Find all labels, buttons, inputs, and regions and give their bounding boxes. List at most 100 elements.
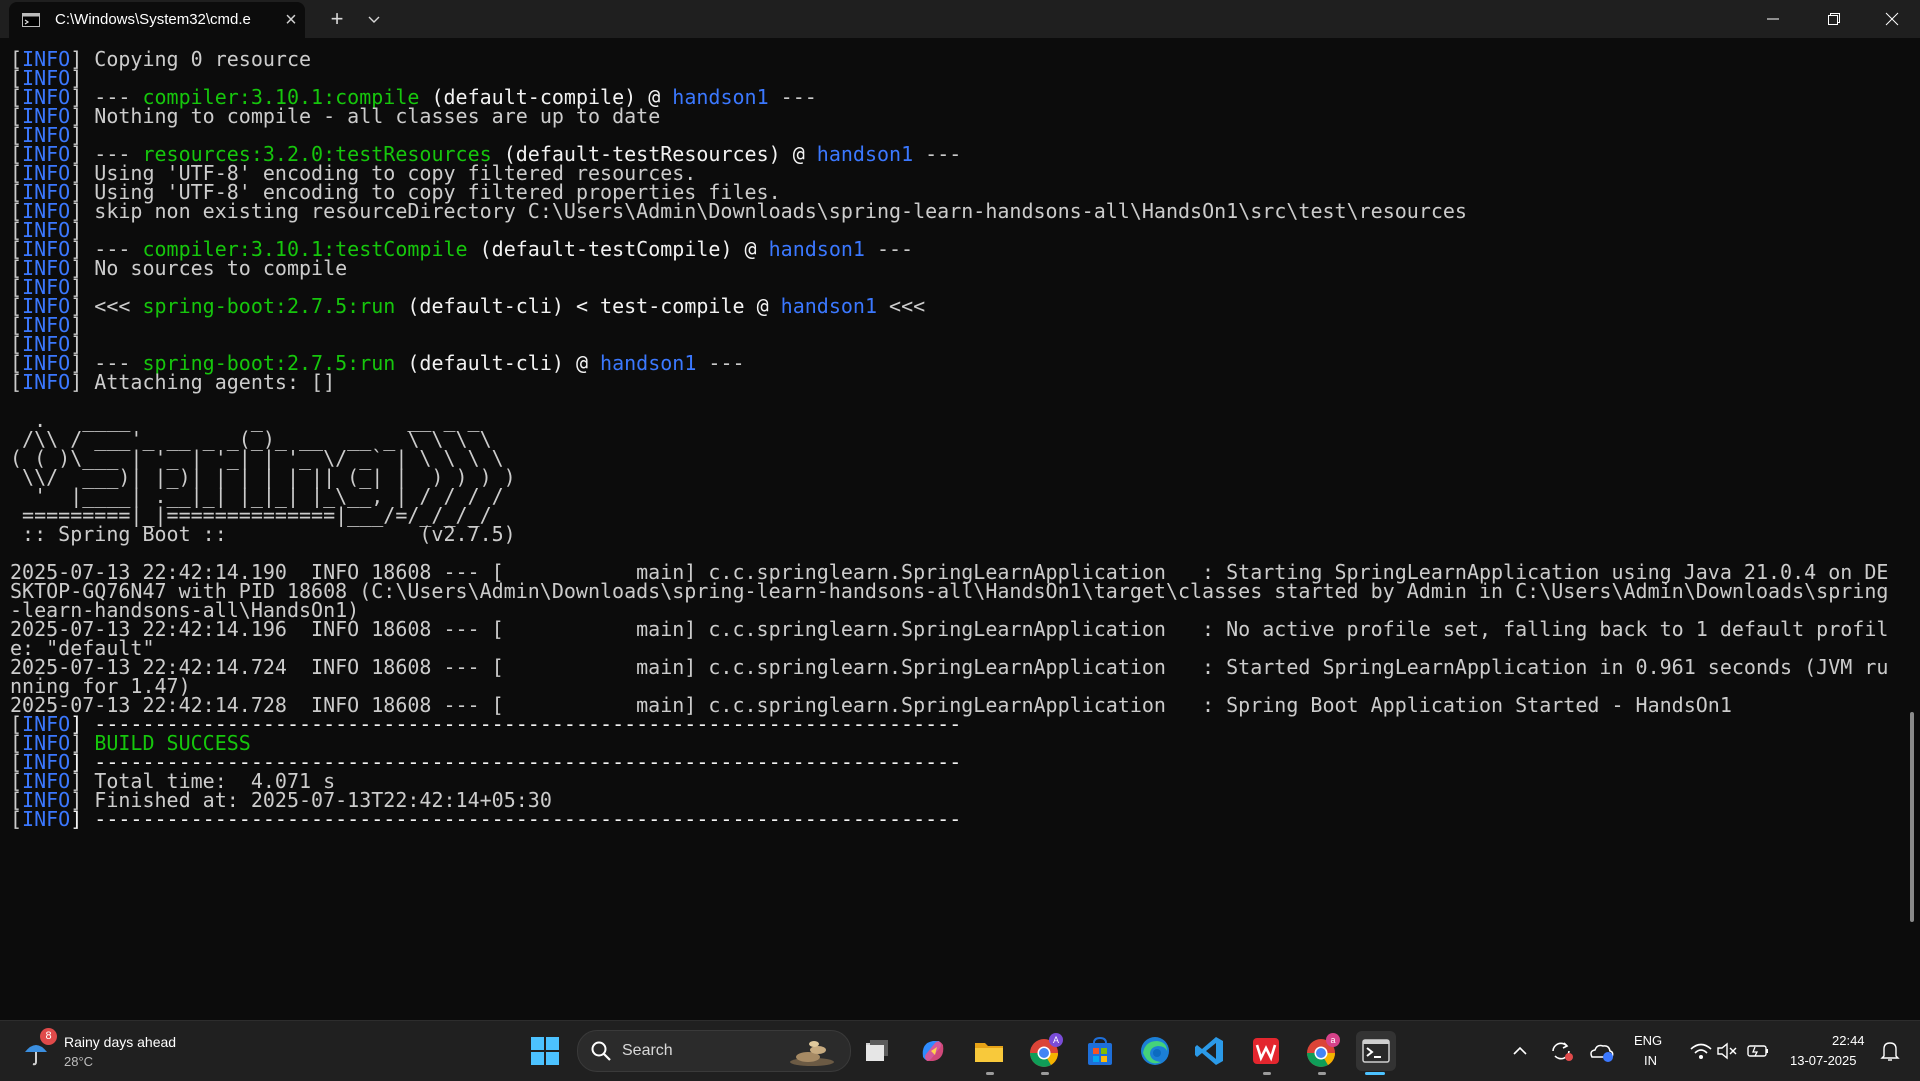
chrome-icon: A bbox=[1030, 1033, 1063, 1067]
copilot-icon bbox=[922, 1041, 944, 1061]
minimize-icon bbox=[1767, 18, 1779, 20]
weather-badge: 8 bbox=[40, 1028, 57, 1045]
battery-tray-button[interactable] bbox=[1743, 1031, 1773, 1071]
running-indicator bbox=[1263, 1072, 1271, 1075]
start-button[interactable] bbox=[525, 1031, 565, 1071]
chevron-down-icon bbox=[368, 16, 380, 23]
terminal-line: =========|_|==============|___/=/_/_/_/ bbox=[10, 503, 492, 527]
onedrive-tray-button[interactable] bbox=[1585, 1031, 1617, 1071]
volume-muted-icon bbox=[1717, 1042, 1737, 1060]
terminal-line: 2025-07-13 22:42:14.196 INFO 18608 --- [… bbox=[10, 617, 1889, 641]
terminal-line: [INFO] --- compiler:3.10.1:testCompile (… bbox=[10, 237, 914, 261]
wifi-icon bbox=[1690, 1043, 1712, 1059]
terminal-line: \\/ ___)| |_)| | | | | || (_| | ) ) ) ) bbox=[10, 465, 516, 489]
edge-button[interactable] bbox=[1135, 1031, 1175, 1071]
terminal-line: [INFO] --- spring-boot:2.7.5:run (defaul… bbox=[10, 351, 745, 375]
task-view-button[interactable] bbox=[857, 1031, 897, 1071]
chrome-profile-badge: A bbox=[1053, 1035, 1059, 1045]
terminal-lines: [INFO] Copying 0 resource [INFO] [INFO] --… bbox=[10, 47, 1889, 831]
wps-office-icon bbox=[1253, 1038, 1279, 1064]
terminal-line: [INFO] Nothing to compile - all classes … bbox=[10, 104, 661, 128]
terminal-line: /\\ / ___'_ __ _ _(_)_ __ __ _ \ \ \ \ bbox=[10, 427, 492, 451]
terminal-button[interactable] bbox=[1356, 1031, 1396, 1071]
edge-icon bbox=[1141, 1037, 1169, 1065]
bell-icon bbox=[1880, 1042, 1900, 1061]
weather-widget[interactable]: 8 Rainy days ahead 28°C bbox=[22, 1028, 202, 1074]
battery-charging-icon bbox=[1747, 1045, 1768, 1057]
search-label: Search bbox=[622, 1042, 673, 1059]
weather-temperature: 28°C bbox=[64, 1054, 94, 1069]
clock-time[interactable]: 22:44 bbox=[1832, 1033, 1865, 1048]
active-app-indicator bbox=[1365, 1072, 1385, 1075]
terminal-line: [INFO] Attaching agents: [] bbox=[10, 370, 336, 394]
terminal-line: [INFO] Using 'UTF-8' encoding to copy fi… bbox=[10, 180, 781, 204]
terminal-line: [INFO] ---------------------------------… bbox=[10, 750, 962, 774]
input-region-indicator: IN bbox=[1644, 1053, 1657, 1068]
terminal-tab[interactable]: C:\Windows\System32\cmd.e × bbox=[9, 2, 305, 38]
running-indicator bbox=[986, 1072, 994, 1075]
sync-tray-button[interactable] bbox=[1545, 1031, 1577, 1071]
terminal-line: ( ( )\___ | '_ | '_| | '_ \/ _` | \ \ \ … bbox=[10, 446, 504, 470]
vscode-button[interactable] bbox=[1190, 1031, 1230, 1071]
language-indicator[interactable]: ENG bbox=[1634, 1033, 1662, 1048]
terminal-line: [INFO] --- resources:3.2.0:testResources… bbox=[10, 142, 962, 166]
clock-date[interactable]: 13-07-2025 bbox=[1790, 1053, 1857, 1068]
terminal-line: . ____ _ __ _ _ bbox=[10, 408, 480, 432]
terminal-line: :: Spring Boot :: (v2.7.5) bbox=[10, 522, 516, 546]
stones-illustration-icon bbox=[790, 1041, 834, 1066]
weather-text: Rainy days ahead bbox=[64, 1034, 177, 1050]
scrollbar-thumb[interactable] bbox=[1910, 712, 1914, 922]
wps-office-button[interactable] bbox=[1246, 1031, 1286, 1071]
cmd-icon bbox=[22, 13, 40, 27]
wifi-tray-button[interactable] bbox=[1686, 1031, 1716, 1071]
task-view-icon bbox=[866, 1040, 888, 1061]
windows-logo-icon bbox=[531, 1037, 559, 1065]
minimize-button[interactable] bbox=[1745, 0, 1801, 38]
sync-icon bbox=[1552, 1042, 1573, 1061]
folder-icon bbox=[975, 1043, 1003, 1062]
volume-tray-button[interactable] bbox=[1714, 1031, 1742, 1071]
terminal-line: 2025-07-13 22:42:14.190 INFO 18608 --- [… bbox=[10, 560, 1889, 584]
taskbar: 8 Rainy days ahead 28°C Search A a ENG I… bbox=[0, 1020, 1920, 1081]
terminal-line: 2025-07-13 22:42:14.724 INFO 18608 --- [… bbox=[10, 655, 1889, 679]
search-icon bbox=[591, 1041, 611, 1061]
restore-icon bbox=[1828, 13, 1840, 25]
close-button[interactable] bbox=[1864, 0, 1920, 38]
terminal-line: [INFO] <<< spring-boot:2.7.5:run (defaul… bbox=[10, 294, 926, 318]
running-indicator bbox=[1041, 1072, 1049, 1075]
tab-dropdown-button[interactable] bbox=[360, 4, 388, 34]
taskbar-search[interactable]: Search bbox=[577, 1030, 851, 1072]
new-tab-button[interactable]: + bbox=[322, 4, 352, 34]
tab-title: C:\Windows\System32\cmd.e bbox=[55, 11, 251, 28]
terminal-line: SKTOP-GQ76N47 with PID 18608 (C:\Users\A… bbox=[10, 579, 1889, 603]
vscode-icon bbox=[1195, 1037, 1223, 1065]
microsoft-store-button[interactable] bbox=[1080, 1031, 1120, 1071]
chrome-icon: a bbox=[1307, 1033, 1340, 1067]
terminal-line: [INFO] Finished at: 2025-07-13T22:42:14+… bbox=[10, 788, 552, 812]
chrome-profile-b-button[interactable]: a bbox=[1301, 1031, 1341, 1071]
cloud-status-icon bbox=[1590, 1044, 1614, 1062]
terminal-line: 2025-07-13 22:42:14.728 INFO 18608 --- [… bbox=[10, 693, 1732, 717]
terminal-line: ' |____| .__|_| |_|_| |_\__, | / / / / bbox=[10, 484, 504, 508]
terminal-icon bbox=[1362, 1039, 1390, 1063]
terminal-line: [INFO] Copying 0 resource bbox=[10, 47, 312, 71]
terminal-line: [INFO] No sources to compile bbox=[10, 256, 348, 280]
notifications-button[interactable] bbox=[1876, 1031, 1904, 1071]
terminal-output[interactable]: [INFO] Copying 0 resource [INFO] [INFO] --… bbox=[0, 38, 1904, 1020]
title-bar: C:\Windows\System32\cmd.e × + bbox=[0, 0, 1920, 38]
chrome-profile-badge: a bbox=[1330, 1035, 1335, 1045]
terminal-line: [INFO] ---------------------------------… bbox=[10, 807, 962, 831]
terminal-line: [INFO] bbox=[10, 332, 83, 356]
copilot-button[interactable] bbox=[913, 1031, 953, 1071]
chrome-profile-a-button[interactable]: A bbox=[1024, 1031, 1064, 1071]
show-hidden-icons-button[interactable] bbox=[1505, 1031, 1535, 1071]
close-icon bbox=[1885, 12, 1899, 26]
terminal-line: [INFO] skip non existing resourceDirecto… bbox=[10, 199, 1467, 223]
tab-close-button[interactable]: × bbox=[277, 6, 305, 34]
store-icon bbox=[1088, 1036, 1112, 1065]
running-indicator bbox=[1318, 1072, 1326, 1075]
restore-button[interactable] bbox=[1806, 0, 1862, 38]
terminal-line: [INFO] --- compiler:3.10.1:compile (defa… bbox=[10, 85, 817, 109]
file-explorer-button[interactable] bbox=[969, 1031, 1009, 1071]
chevron-up-icon bbox=[1513, 1046, 1527, 1055]
